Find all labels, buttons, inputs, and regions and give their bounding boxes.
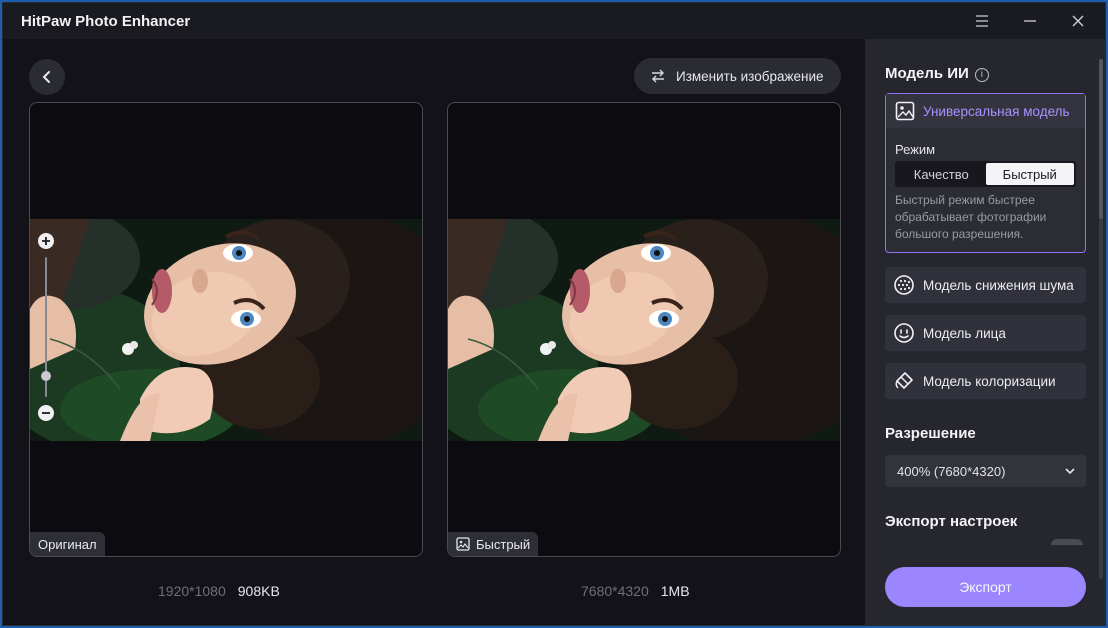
mode-quality-option[interactable]: Качество [897, 163, 986, 185]
colorize-model-button[interactable]: Модель колоризации [885, 363, 1086, 399]
mode-toggle[interactable]: Качество Быстрый [895, 161, 1076, 187]
noise-icon [894, 275, 914, 295]
original-tag: Оригинал [30, 532, 105, 556]
ai-model-title: Модель ИИ i [885, 65, 989, 82]
original-info: 1920*1080 908KB [158, 583, 280, 599]
back-button[interactable] [29, 59, 65, 95]
enhanced-info: 7680*4320 1MB [581, 583, 690, 599]
face-model-button[interactable]: Модель лица [885, 315, 1086, 351]
denoise-model-label: Модель снижения шума [923, 277, 1074, 293]
export-settings-title: Экспорт настроек [885, 513, 1018, 530]
enhanced-resolution: 7680*4320 [581, 583, 649, 599]
swap-icon [652, 69, 664, 83]
original-preview-panel[interactable]: Оригинал [29, 102, 423, 557]
universal-model-header[interactable]: Универсальная модель [886, 94, 1085, 128]
sidebar-scrollbar[interactable] [1099, 59, 1103, 579]
enhanced-size: 1MB [660, 583, 690, 599]
settings-sidebar: Модель ИИ i Универсальная модель Режим Ка… [865, 39, 1105, 625]
colorize-icon [895, 372, 913, 389]
zoom-in-icon[interactable] [38, 233, 54, 249]
original-photo [30, 219, 422, 441]
enhanced-tag-label: Быстрый [476, 536, 531, 552]
original-resolution: 1920*1080 [158, 583, 226, 599]
export-settings-toggle[interactable] [1051, 539, 1083, 545]
resolution-select[interactable]: 400% (7680*4320) [885, 455, 1086, 487]
original-size: 908KB [237, 583, 280, 599]
app-window: HitPaw Photo Enhancer Изменить изображен… [2, 2, 1106, 626]
zoom-slider[interactable] [38, 233, 54, 423]
denoise-model-button[interactable]: Модель снижения шума [885, 267, 1086, 303]
image-icon [456, 537, 470, 551]
info-icon[interactable]: i [974, 68, 989, 82]
chevron-down-icon [1065, 468, 1075, 475]
mode-label: Режим [895, 142, 936, 157]
close-icon[interactable] [1065, 9, 1091, 33]
original-tag-label: Оригинал [38, 536, 97, 552]
enhanced-photo [448, 219, 840, 441]
resolution-value: 400% (7680*4320) [897, 463, 1006, 479]
menu-icon[interactable] [969, 9, 995, 33]
title-bar: HitPaw Photo Enhancer [3, 3, 1105, 39]
universal-model-label: Универсальная модель [923, 103, 1070, 119]
face-model-label: Модель лица [923, 325, 1006, 341]
enhanced-preview-panel[interactable]: Быстрый [447, 102, 841, 557]
export-button[interactable]: Экспорт [885, 567, 1086, 607]
mode-fast-option[interactable]: Быстрый [985, 163, 1074, 185]
mode-description: Быстрый режим быстрее обрабатывает фотог… [895, 193, 1047, 241]
picture-icon [895, 101, 915, 121]
universal-model-card[interactable]: Универсальная модель Режим Качество Быст… [885, 93, 1086, 253]
ai-model-title-text: Модель ИИ [885, 65, 969, 82]
preview-area: Изменить изображение Оригинал Быстрый 19… [3, 39, 865, 625]
app-title: HitPaw Photo Enhancer [21, 13, 191, 30]
minimize-icon[interactable] [1017, 9, 1043, 33]
colorize-model-label: Модель колоризации [923, 373, 1056, 389]
zoom-out-icon[interactable] [38, 405, 54, 421]
change-image-label: Изменить изображение [676, 68, 824, 84]
face-icon [894, 323, 914, 343]
resolution-title: Разрешение [885, 425, 976, 442]
scrollbar-thumb[interactable] [1099, 59, 1103, 219]
change-image-button[interactable]: Изменить изображение [634, 58, 841, 94]
zoom-thumb[interactable] [41, 371, 51, 381]
enhanced-tag: Быстрый [448, 532, 539, 556]
chevron-left-icon [42, 71, 50, 83]
